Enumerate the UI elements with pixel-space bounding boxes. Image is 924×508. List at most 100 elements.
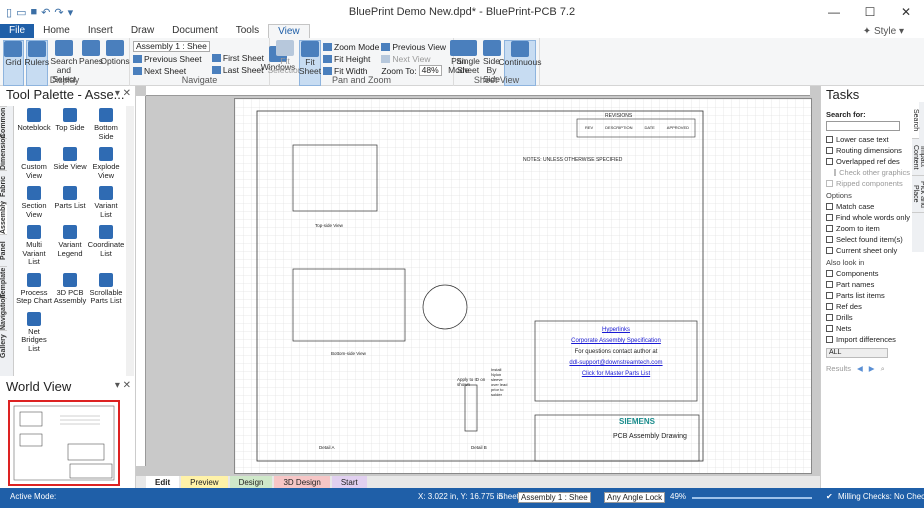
zoom-to-item-checkbox[interactable]: Zoom to item (826, 223, 910, 234)
fit-height-button[interactable]: Fit Height (323, 53, 379, 64)
ripped-components-checkbox[interactable]: Ripped components (826, 178, 910, 189)
prev-result-icon[interactable]: ◀ (857, 364, 863, 374)
world-view-thumbnail[interactable] (8, 400, 120, 486)
undo-icon[interactable]: ↶ (41, 6, 50, 19)
drawing-sheet[interactable]: REVISIONS REV DESCRIPTION DATE APPROVED NOT… (234, 98, 812, 474)
vtab-panel[interactable]: Panel (0, 234, 7, 266)
variant-list-icon (99, 186, 113, 200)
current-sheet-checkbox[interactable]: Current sheet only (826, 245, 910, 256)
drills-checkbox[interactable]: Drills (826, 312, 910, 323)
tab-file[interactable]: File (0, 24, 35, 38)
top-side-view-label: Top-side View (315, 223, 343, 228)
vtab-pick-place[interactable]: Pick and Place (912, 176, 924, 213)
close-button[interactable]: ✕ (888, 0, 924, 24)
tool-net-bridges-list[interactable]: Net Bridges List (16, 311, 52, 354)
open-icon[interactable]: ▭ (16, 6, 26, 19)
tab-home[interactable]: Home (34, 24, 79, 38)
tool-top-side[interactable]: Top Side (52, 108, 88, 141)
style-menu[interactable]: ✦ Style ▾ (863, 26, 904, 37)
tool-section-view[interactable]: Section View (16, 186, 52, 219)
check-other-graphics-checkbox[interactable]: Check other graphics (826, 167, 910, 178)
maximize-button[interactable]: ☐ (852, 0, 888, 24)
fit-height-label: Fit Height (334, 53, 371, 64)
tool-bottom-side[interactable]: Bottom Side (88, 108, 124, 141)
coordinate-list-icon (99, 225, 113, 239)
previous-view-label: Previous View (392, 41, 447, 52)
vtab-fabric[interactable]: Fabric (0, 170, 7, 202)
vtab-template[interactable]: Template (0, 266, 7, 298)
routing-dimensions-checkbox[interactable]: Routing dimensions (826, 145, 910, 156)
multi-variant-icon (27, 225, 41, 239)
panel-close-icon[interactable]: ▾ ✕ (115, 88, 131, 99)
lower-case-checkbox[interactable]: Lower case text (826, 134, 910, 145)
status-sheet-select[interactable]: Assembly 1 : Shee (518, 492, 591, 503)
hyperlinks-title[interactable]: Hyperlinks (535, 325, 697, 336)
tool-label: Explode View (92, 162, 120, 180)
next-result-icon[interactable]: ▶ (869, 364, 875, 374)
tab-document[interactable]: Document (163, 24, 227, 38)
vtab-common[interactable]: Common (0, 106, 7, 138)
vtab-dimension[interactable]: Dimension (0, 134, 7, 170)
parts-list-items-checkbox[interactable]: Parts list items (826, 290, 910, 301)
tool-3d-pcb-assembly[interactable]: 3D PCB Assembly (52, 272, 88, 306)
tool-variant-legend[interactable]: Variant Legend (52, 225, 88, 267)
tool-side-view[interactable]: Side View (52, 147, 88, 180)
vtab-navigation[interactable]: Navigation (0, 294, 7, 330)
vtab-assembly[interactable]: Assembly (0, 201, 7, 234)
email-link[interactable]: ddl-support@downstreamtech.com (535, 358, 697, 369)
part-names-checkbox[interactable]: Part names (826, 279, 910, 290)
palette-vertical-tabs: Common Dimension Fabric Assembly Panel T… (0, 106, 14, 376)
tab-insert[interactable]: Insert (79, 24, 122, 38)
first-sheet-button[interactable]: First Sheet (211, 52, 264, 63)
vtab-impact-content[interactable]: Impact Content (912, 139, 924, 176)
contact-text: For questions contact author at (574, 349, 658, 355)
milling-checks-status[interactable]: Milling Checks: No Checking (838, 492, 924, 501)
import-differences-checkbox[interactable]: Import differences (826, 334, 910, 345)
assembly-spec-link[interactable]: Corporate Assembly Specification (535, 336, 697, 347)
zoom-slider[interactable] (692, 497, 812, 499)
ref-des-checkbox[interactable]: Ref des (826, 301, 910, 312)
tool-explode-view[interactable]: Explode View (88, 147, 124, 180)
angle-lock-select[interactable]: Any Angle Lock (604, 492, 666, 503)
drawing-canvas[interactable]: REVISIONS REV DESCRIPTION DATE APPROVED NOT… (136, 86, 820, 476)
next-sheet-label: Next Sheet (144, 65, 187, 76)
tool-scrollable-parts-list[interactable]: Scrollable Parts List (88, 272, 124, 306)
minimize-button[interactable]: — (816, 0, 852, 24)
first-sheet-icon (211, 53, 221, 62)
tool-process-step-chart[interactable]: Process Step Chart (16, 272, 52, 306)
zoom-to-label: Zoom To: (381, 65, 417, 76)
save-icon[interactable]: ■ (30, 6, 37, 18)
tool-variant-list[interactable]: Variant List (88, 186, 124, 219)
tool-custom-view[interactable]: Custom View (16, 147, 52, 180)
redo-icon[interactable]: ↷ (54, 6, 63, 19)
tool-noteblock[interactable]: Noteblock (16, 108, 52, 141)
previous-sheet-button[interactable]: Previous Sheet (133, 53, 210, 64)
search-for-input[interactable] (826, 121, 900, 131)
new-icon[interactable]: ▯ (6, 6, 12, 19)
world-view-close-icon[interactable]: ▾ ✕ (115, 380, 131, 391)
whole-words-checkbox[interactable]: Find whole words only (826, 212, 910, 223)
tool-coordinate-list[interactable]: Coordinate List (88, 225, 124, 267)
tool-parts-list[interactable]: Parts List (52, 186, 88, 219)
tab-tools[interactable]: Tools (227, 24, 268, 38)
tab-draw[interactable]: Draw (122, 24, 163, 38)
last-sheet-button[interactable]: Last Sheet (211, 64, 264, 75)
vtab-search[interactable]: Search (912, 102, 919, 139)
master-parts-link[interactable]: Click for Master Parts List (535, 369, 697, 380)
tab-view[interactable]: View (268, 24, 310, 38)
select-found-checkbox[interactable]: Select found item(s) (826, 234, 910, 245)
overlapped-ref-des-checkbox[interactable]: Overlapped ref des (826, 156, 910, 167)
vtab-gallery[interactable]: Gallery (0, 330, 7, 362)
look-in-filter-input[interactable]: ALL (826, 348, 888, 358)
nets-checkbox[interactable]: Nets (826, 323, 910, 334)
next-view-button[interactable]: Next View (381, 53, 446, 64)
zoom-mode-button[interactable]: Zoom Mode (323, 41, 379, 52)
match-case-checkbox[interactable]: Match case (826, 201, 910, 212)
components-checkbox[interactable]: Components (826, 268, 910, 279)
palette-scrollbar[interactable] (126, 106, 134, 376)
previous-view-button[interactable]: Previous View (381, 41, 446, 52)
zoom-result-icon[interactable]: ⌕ (881, 364, 885, 374)
sheet-select[interactable]: Assembly 1 : Shee (133, 41, 210, 52)
tool-multi-variant-list[interactable]: Multi Variant List (16, 225, 52, 267)
customize-icon[interactable]: ▾ (68, 6, 74, 19)
